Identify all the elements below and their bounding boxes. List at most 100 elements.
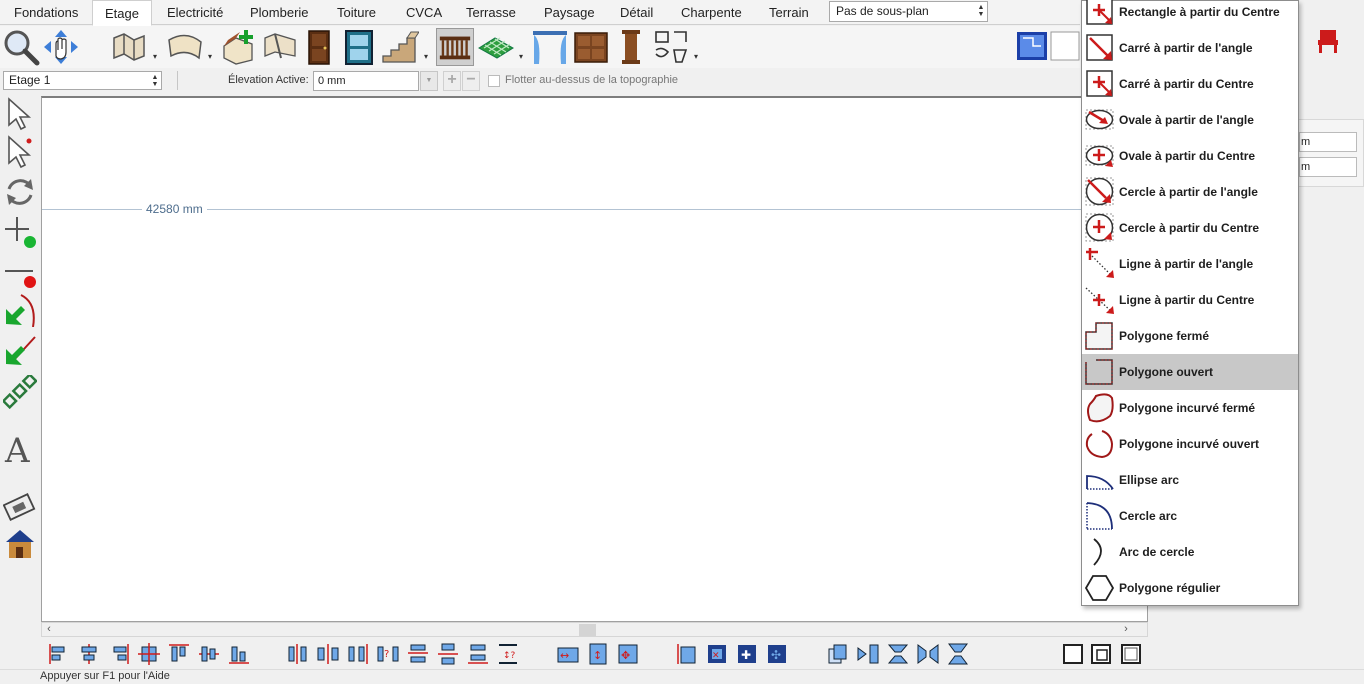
column-icon[interactable] [612, 28, 650, 66]
tab-plomberie[interactable]: Plomberie [238, 0, 321, 25]
align-middle-icon[interactable] [197, 642, 221, 666]
delete-point-icon[interactable] [3, 255, 37, 289]
tab-electricite[interactable]: Electricité [155, 0, 235, 25]
chevron-down-icon[interactable]: ▼ [420, 71, 438, 91]
stretch-both-icon[interactable]: ✥ [616, 642, 640, 666]
curved-wall-icon[interactable] [166, 28, 204, 66]
drawing-canvas[interactable]: 42580 mm [41, 96, 1148, 622]
text-icon[interactable]: A [3, 431, 37, 471]
tab-toiture[interactable]: Toiture [325, 0, 388, 25]
elevation-input[interactable]: 0 mm [313, 71, 419, 91]
chevron-left-icon[interactable]: ‹ [42, 623, 56, 636]
room-icon[interactable] [220, 28, 258, 66]
box-corner-icon[interactable] [1119, 642, 1143, 666]
resize-in-icon[interactable]: ✣ [765, 642, 789, 666]
resize-out-icon[interactable]: ✚ [735, 642, 759, 666]
menu-item-line-center[interactable]: Ligne à partir du Centre [1082, 282, 1298, 318]
tab-detail[interactable]: Détail [608, 0, 665, 25]
distribute-v-bottom-icon[interactable] [466, 642, 490, 666]
menu-item-closed-polygon[interactable]: Polygone fermé [1082, 318, 1298, 354]
chevron-right-icon[interactable]: › [1119, 623, 1133, 636]
curtain-icon[interactable] [531, 28, 569, 66]
tab-etage[interactable]: Etage [92, 0, 152, 26]
railing-icon[interactable] [436, 28, 474, 66]
cabinet-icon[interactable] [572, 28, 610, 66]
box-stack-icon[interactable] [1089, 642, 1113, 666]
select-multiple-icon[interactable] [3, 135, 37, 169]
align-top-icon[interactable] [167, 642, 191, 666]
chair-icon[interactable] [1316, 28, 1340, 54]
mirror-v-icon[interactable] [886, 642, 910, 666]
menu-item-open-polygon[interactable]: Polygone ouvert [1082, 354, 1298, 390]
resize-v-icon[interactable] [675, 642, 699, 666]
align-right-icon[interactable] [107, 642, 131, 666]
floor-dropdown-icon[interactable]: ▾ [519, 52, 527, 62]
box-icon[interactable] [1061, 642, 1085, 666]
menu-item-rectangle-center[interactable]: Rectangle à partir du Centre [1082, 0, 1298, 30]
tab-paysage[interactable]: Paysage [532, 0, 607, 25]
plus-button[interactable]: + [443, 71, 461, 91]
stretch-v-icon[interactable]: ↕ [586, 642, 610, 666]
curved-wall-dropdown-icon[interactable]: ▾ [208, 52, 216, 62]
stairs-icon[interactable] [381, 28, 420, 66]
shapes-dropdown-icon[interactable]: ▾ [694, 52, 702, 62]
tab-fondations[interactable]: Fondations [2, 0, 90, 25]
house-icon[interactable] [3, 527, 37, 561]
distribute-h-right-icon[interactable] [346, 642, 370, 666]
rotate-icon[interactable] [3, 175, 37, 209]
float-checkbox[interactable] [488, 75, 500, 87]
select-arrow-icon[interactable] [3, 97, 37, 131]
menu-item-square-center[interactable]: Carré à partir du Centre [1082, 66, 1298, 102]
tab-terrasse[interactable]: Terrasse [454, 0, 528, 25]
align-center-cross-icon[interactable] [137, 642, 161, 666]
room-divider-icon[interactable] [261, 28, 299, 66]
plan-view-icon[interactable] [1015, 28, 1081, 64]
shapes-icon[interactable] [652, 28, 690, 66]
zoom-icon[interactable] [2, 28, 40, 66]
chain-icon[interactable] [1, 372, 38, 410]
menu-item-square-corner[interactable]: Carré à partir de l'angle [1082, 30, 1298, 66]
subplan-select[interactable]: Pas de sous-plan ▲ ▼ [829, 1, 988, 22]
distribute-v-center-icon[interactable] [436, 642, 460, 666]
stairs-dropdown-icon[interactable]: ▾ [424, 52, 432, 62]
menu-item-regular-polygon[interactable]: Polygone régulier [1082, 570, 1298, 606]
tab-cvca[interactable]: CVCA [394, 0, 454, 25]
align-bottom-icon[interactable] [227, 642, 251, 666]
horizontal-scrollbar[interactable]: ‹ › [41, 622, 1148, 637]
reflect-h-icon[interactable] [916, 642, 940, 666]
distribute-h-left-icon[interactable] [286, 642, 310, 666]
floor-pattern-icon[interactable] [477, 28, 515, 66]
wall-icon[interactable] [110, 28, 148, 66]
distribute-h-center-icon[interactable] [316, 642, 340, 666]
distribute-h-space-icon[interactable]: ? [376, 642, 400, 666]
menu-item-arc[interactable]: Arc de cercle [1082, 534, 1298, 570]
minus-button[interactable]: − [462, 71, 480, 91]
resize-center-icon[interactable]: ✕ [705, 642, 729, 666]
copy-icon[interactable] [826, 642, 850, 666]
property-field[interactable]: m [1299, 157, 1357, 177]
menu-item-oval-corner[interactable]: Ovale à partir de l'angle [1082, 102, 1298, 138]
pan-icon[interactable] [42, 28, 80, 66]
wall-dropdown-icon[interactable]: ▾ [153, 52, 161, 62]
menu-item-circle-center[interactable]: Cercle à partir du Centre [1082, 210, 1298, 246]
camera-film-icon[interactable] [2, 489, 37, 523]
tab-terrain[interactable]: Terrain [757, 0, 821, 25]
menu-item-ellipse-arc[interactable]: Ellipse arc [1082, 462, 1298, 498]
tab-charpente[interactable]: Charpente [669, 0, 754, 25]
menu-item-open-curved-polygon[interactable]: Polygone incurvé ouvert [1082, 426, 1298, 462]
menu-item-closed-curved-polygon[interactable]: Polygone incurvé fermé [1082, 390, 1298, 426]
scroll-thumb[interactable] [579, 624, 596, 636]
menu-item-oval-center[interactable]: Ovale à partir du Centre [1082, 138, 1298, 174]
break-line-icon[interactable] [3, 293, 37, 328]
window-icon[interactable] [340, 28, 378, 66]
stretch-h-icon[interactable]: ↔ [556, 642, 580, 666]
align-center-icon[interactable] [77, 642, 101, 666]
distribute-v-top-icon[interactable] [406, 642, 430, 666]
property-field[interactable]: m [1299, 132, 1357, 152]
floor-select[interactable]: Etage 1 ▲ ▼ [3, 71, 162, 90]
add-point-icon[interactable] [3, 215, 37, 249]
reflect-v-icon[interactable] [946, 642, 970, 666]
align-left-icon[interactable] [47, 642, 71, 666]
menu-item-line-corner[interactable]: Ligne à partir de l'angle [1082, 246, 1298, 282]
menu-item-circle-arc[interactable]: Cercle arc [1082, 498, 1298, 534]
